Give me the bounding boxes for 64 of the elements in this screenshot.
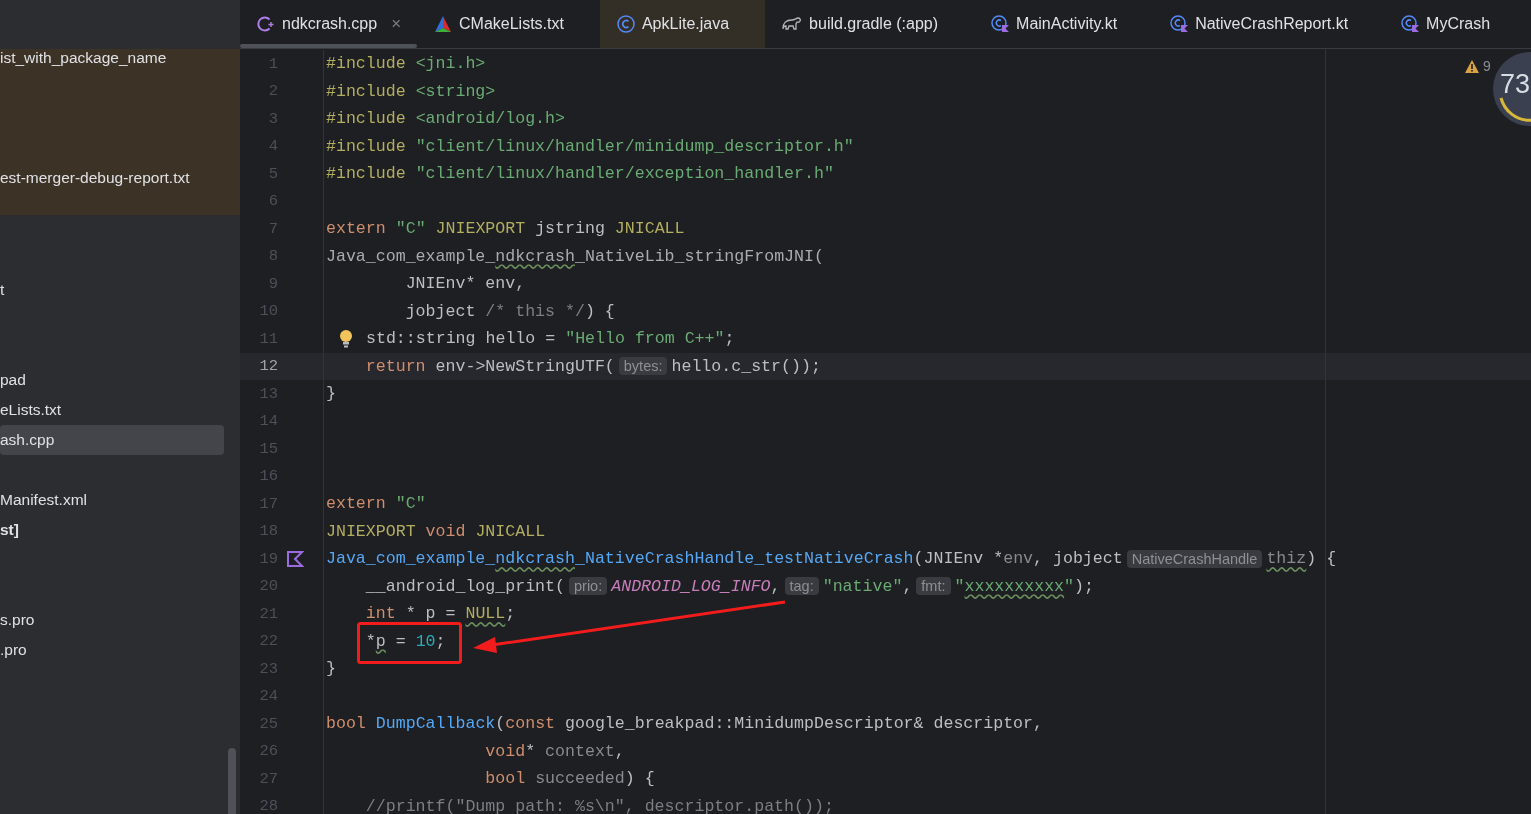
- editor-tab[interactable]: ApkLite.java: [599, 0, 766, 48]
- kotlin-class-icon: [990, 14, 1011, 34]
- code-text: }: [326, 384, 336, 404]
- scrollbar[interactable]: [228, 748, 236, 814]
- class-icon: [615, 14, 636, 34]
- tree-item[interactable]: ist_with_package_name: [0, 49, 224, 73]
- editor-tab[interactable]: ndkcrash.cpp ×: [240, 0, 417, 48]
- code-text: }: [326, 659, 336, 679]
- code-text: extern "C": [326, 494, 426, 514]
- code-text: #include <jni.h>: [326, 54, 486, 74]
- warning-icon[interactable]: [1464, 59, 1480, 74]
- code-text: bool DumpCallback(const google_breakpad::MinidumpDescriptor& descriptor,: [326, 714, 1043, 734]
- editor-tab[interactable]: CMakeLists.txt: [417, 0, 600, 48]
- tree-item[interactable]: .pro: [0, 635, 224, 665]
- code-text: hello.c_str());: [671, 356, 821, 376]
- code-text: return env->NewStringUTF(: [364, 356, 615, 376]
- code-text: void* context,: [484, 741, 625, 761]
- code-text: int * p = NULL;: [364, 604, 516, 624]
- tree-item[interactable]: eLists.txt: [0, 395, 224, 425]
- kotlin-class-icon: [1169, 14, 1190, 34]
- warning-count: 9: [1483, 58, 1491, 74]
- code-text: extern "C" JNIEXPORT jstring JNICALL: [326, 219, 685, 239]
- code-text: Java_com_example_ndkcrash_NativeLib_stringFromJNI(: [326, 246, 824, 266]
- tree-item[interactable]: pad: [0, 365, 224, 395]
- code-text: JNIEXPORT void JNICALL: [326, 521, 546, 541]
- code-text: std::string hello = "Hello from C++";: [366, 329, 735, 349]
- code-text: ANDROID_LOG_INFO,: [611, 576, 781, 596]
- inlay-hint: bytes:: [618, 357, 668, 376]
- triangle-icon: [433, 14, 453, 34]
- editor-tab[interactable]: NativeCrashReport.kt: [1153, 0, 1385, 48]
- code-text: bool succeeded) {: [484, 769, 655, 789]
- code-text: //printf("Dump path: %s\n", descriptor.path());: [364, 796, 834, 814]
- editor-tab[interactable]: MyCrash: [1384, 0, 1527, 48]
- kotlin-marker-icon[interactable]: [286, 549, 304, 568]
- tree-item[interactable]: Manifest.xml: [0, 485, 224, 515]
- inlay-hint: fmt:: [916, 577, 951, 596]
- inlay-hint: NativeCrashHandle: [1126, 549, 1263, 568]
- code-text: "xxxxxxxxxx");: [954, 576, 1094, 596]
- line-number: 12: [258, 357, 278, 376]
- code-text: #include "client/linux/handler/minidump_descriptor.h": [326, 136, 854, 156]
- score-text: 73: [1500, 69, 1531, 100]
- code-text: __android_log_print(: [364, 576, 565, 596]
- code-text: JNIEnv* env,: [404, 274, 526, 294]
- editor-tab[interactable]: MainActivity.kt: [974, 0, 1154, 48]
- code-text: #include <string>: [326, 81, 496, 101]
- tree-item[interactable]: s.pro: [0, 605, 224, 635]
- code-text: thiz) {: [1266, 549, 1337, 569]
- lightbulb-icon[interactable]: [339, 328, 353, 349]
- inlay-hint: tag:: [784, 577, 819, 596]
- c-plus-icon: [256, 14, 276, 34]
- kotlin-class-icon: [1400, 14, 1421, 34]
- close-icon[interactable]: ×: [391, 14, 402, 34]
- tree-item[interactable]: ash.cpp: [0, 425, 224, 455]
- code-text: #include <android/log.h>: [326, 109, 565, 129]
- code-text: #include "client/linux/handler/exception_handler.h": [326, 164, 834, 184]
- code-text: jobject /* this */) {: [404, 301, 615, 321]
- tree-item[interactable]: est-merger-debug-report.txt: [0, 163, 224, 193]
- tree-item[interactable]: t: [0, 275, 224, 305]
- editor-tab[interactable]: build.gradle (:app): [765, 0, 975, 48]
- tree-item[interactable]: st]: [0, 515, 224, 545]
- code-text: Java_com_example_ndkcrash_NativeCrashHandle_testNativeCrash(JNIEnv *env, jobject: [326, 549, 1123, 569]
- code-text: "native",: [822, 576, 913, 596]
- inlay-hint: prio:: [569, 577, 608, 596]
- code-text: *p = 10;: [364, 631, 446, 651]
